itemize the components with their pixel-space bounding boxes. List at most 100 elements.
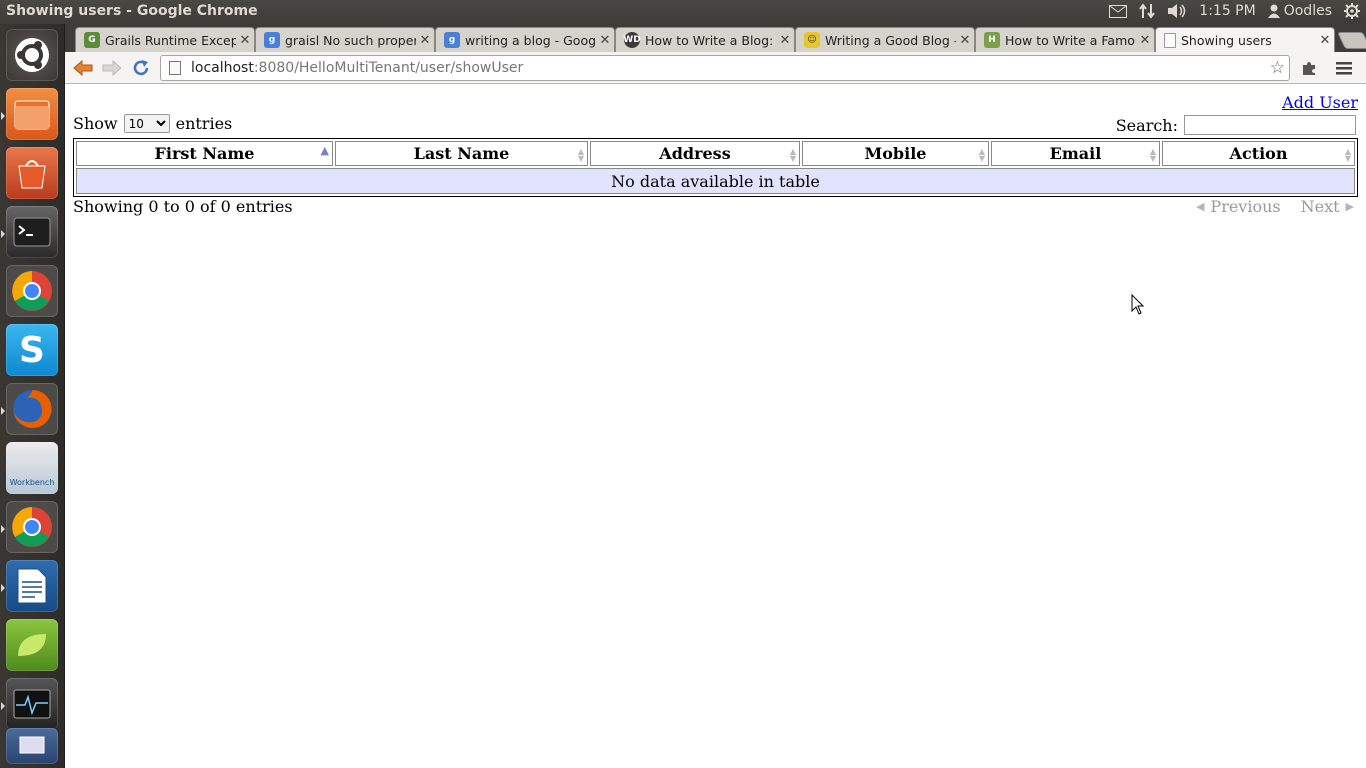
mysql-workbench-icon[interactable]: Workbench xyxy=(6,442,58,494)
terminal-icon[interactable] xyxy=(6,206,58,258)
wikihow-icon: H xyxy=(984,32,1000,48)
search-input[interactable] xyxy=(1184,115,1356,135)
menu-hamburger-icon[interactable] xyxy=(1332,57,1356,79)
google-icon: g xyxy=(444,32,460,48)
previous-arrow-icon: ◀ xyxy=(1195,200,1205,213)
forward-button[interactable] xyxy=(100,57,124,79)
close-icon[interactable]: ✕ xyxy=(1136,33,1154,48)
close-icon[interactable]: ✕ xyxy=(416,33,434,48)
skype-icon[interactable]: S xyxy=(6,324,58,376)
close-icon[interactable]: ✕ xyxy=(596,33,614,48)
tab-graisl-property[interactable]: g graisl No such property ✕ xyxy=(255,27,435,52)
firefox-icon[interactable] xyxy=(6,383,58,435)
entries-length-control: Show 10 entries xyxy=(73,114,232,133)
back-arrow-icon xyxy=(73,60,93,76)
launcher: S Workbench xyxy=(0,24,65,768)
tab-writing-blog-google[interactable]: g writing a blog - Google ✕ xyxy=(435,27,615,52)
page-content: Add User Show 10 entries Search: First N… xyxy=(65,85,1366,768)
files-icon[interactable] xyxy=(6,88,58,140)
url-path: :8080/HelloMultiTenant/user/showUser xyxy=(253,60,524,76)
bookmark-star-icon[interactable]: ☆ xyxy=(1270,58,1285,78)
empty-table-message: No data available in table xyxy=(76,168,1355,194)
tab-label: How to Write a Famous xyxy=(1005,32,1136,48)
system-monitor-icon[interactable] xyxy=(6,678,58,730)
pagination: ◀ Previous Next ▶ xyxy=(1196,197,1354,216)
column-label: Action xyxy=(1229,144,1288,163)
tab-label: writing a blog - Google xyxy=(465,32,596,48)
sort-both-icon: ▲ ▼ xyxy=(577,146,584,163)
table-header-row: First Name ▲ Last Name ▲ ▼ Address ▲ ▼ Mobile… xyxy=(76,141,1355,166)
chrome-icon-2[interactable] xyxy=(6,501,58,553)
grails-icon: G xyxy=(84,32,100,48)
column-action[interactable]: Action ▲ ▼ xyxy=(1162,141,1355,166)
clock[interactable]: 1:15 PM xyxy=(1199,3,1255,19)
address-bar[interactable]: localhost:8080/HelloMultiTenant/user/sho… xyxy=(160,55,1290,81)
top-panel: Showing users - Google Chrome 1:15 PM Oo… xyxy=(0,0,1366,24)
spring-sts-icon[interactable] xyxy=(6,619,58,671)
back-button[interactable] xyxy=(71,57,95,79)
close-icon[interactable]: ✕ xyxy=(236,33,254,48)
sort-asc-icon: ▲ xyxy=(320,144,329,157)
tab-write-famous[interactable]: H How to Write a Famous ✕ xyxy=(975,27,1155,52)
software-center-icon[interactable] xyxy=(6,147,58,199)
reload-button[interactable] xyxy=(129,57,153,79)
window-title: Showing users - Google Chrome xyxy=(6,3,258,19)
forward-arrow-icon xyxy=(102,60,122,76)
column-label: Email xyxy=(1049,144,1102,163)
indicator-area: 1:15 PM Oodles xyxy=(1109,3,1360,19)
tab-showing-users[interactable]: Showing users ✕ xyxy=(1155,27,1335,52)
page-icon xyxy=(1164,32,1176,48)
sort-both-icon: ▲ ▼ xyxy=(1344,146,1351,163)
add-user-link[interactable]: Add User xyxy=(1282,93,1358,112)
tab-writing-good-blog[interactable]: ☺ Writing a Good Blog - F ✕ xyxy=(795,27,975,52)
close-icon[interactable]: ✕ xyxy=(776,33,794,48)
sort-both-icon: ▲ ▼ xyxy=(789,146,796,163)
entries-per-page-select[interactable]: 10 xyxy=(123,114,170,133)
tab-label: How to Write a Blog: Th xyxy=(645,32,776,48)
close-icon[interactable]: ✕ xyxy=(1316,33,1334,48)
column-label: Last Name xyxy=(413,144,510,163)
writer-icon[interactable] xyxy=(6,560,58,612)
column-label: First Name xyxy=(154,144,255,163)
new-tab-button[interactable] xyxy=(1337,32,1366,49)
mouse-cursor-icon xyxy=(1131,294,1145,315)
network-icon[interactable] xyxy=(1139,3,1156,19)
previous-label: Previous xyxy=(1210,197,1281,216)
show-label: Show xyxy=(73,114,118,133)
browser-toolbar: localhost:8080/HelloMultiTenant/user/sho… xyxy=(65,52,1366,84)
extension-puzzle-icon[interactable] xyxy=(1297,57,1321,79)
table-info: Showing 0 to 0 of 0 entries xyxy=(73,197,293,216)
previous-button[interactable]: ◀ Previous xyxy=(1196,197,1281,216)
table-row: No data available in table xyxy=(76,168,1355,194)
column-label: Mobile xyxy=(864,144,927,163)
user-name: Oodles xyxy=(1283,3,1332,19)
column-first-name[interactable]: First Name ▲ xyxy=(76,141,333,166)
column-mobile[interactable]: Mobile ▲ ▼ xyxy=(802,141,989,166)
close-icon[interactable]: ✕ xyxy=(956,33,974,48)
column-label: Address xyxy=(659,144,731,163)
workspace-switcher-icon[interactable] xyxy=(6,728,58,764)
column-email[interactable]: Email ▲ ▼ xyxy=(991,141,1160,166)
power-gear-icon[interactable] xyxy=(1344,3,1360,19)
user-icon xyxy=(1267,4,1280,18)
blog-icon: ☺ xyxy=(804,32,820,48)
tab-label: Showing users xyxy=(1181,32,1272,48)
google-icon: g xyxy=(264,32,280,48)
column-last-name[interactable]: Last Name ▲ ▼ xyxy=(335,141,588,166)
tab-how-to-write-blog[interactable]: WD How to Write a Blog: Th ✕ xyxy=(615,27,795,52)
tab-label: Writing a Good Blog - F xyxy=(825,32,956,48)
user-menu[interactable]: Oodles xyxy=(1267,3,1332,19)
ubuntu-dash-icon[interactable] xyxy=(6,29,58,81)
url-host: localhost xyxy=(191,60,254,76)
next-label: Next xyxy=(1300,197,1340,216)
tab-grails-runtime[interactable]: G Grails Runtime Exceptio ✕ xyxy=(75,27,255,52)
next-arrow-icon: ▶ xyxy=(1345,200,1354,213)
users-table: First Name ▲ Last Name ▲ ▼ Address ▲ ▼ Mobile… xyxy=(73,138,1358,197)
next-button[interactable]: Next ▶ xyxy=(1301,197,1354,216)
wd-icon: WD xyxy=(623,32,641,48)
column-address[interactable]: Address ▲ ▼ xyxy=(590,141,800,166)
volume-icon[interactable] xyxy=(1167,3,1187,19)
search-filter: Search: xyxy=(1116,115,1356,135)
chrome-icon[interactable] xyxy=(6,265,58,317)
mail-icon[interactable] xyxy=(1109,4,1128,18)
